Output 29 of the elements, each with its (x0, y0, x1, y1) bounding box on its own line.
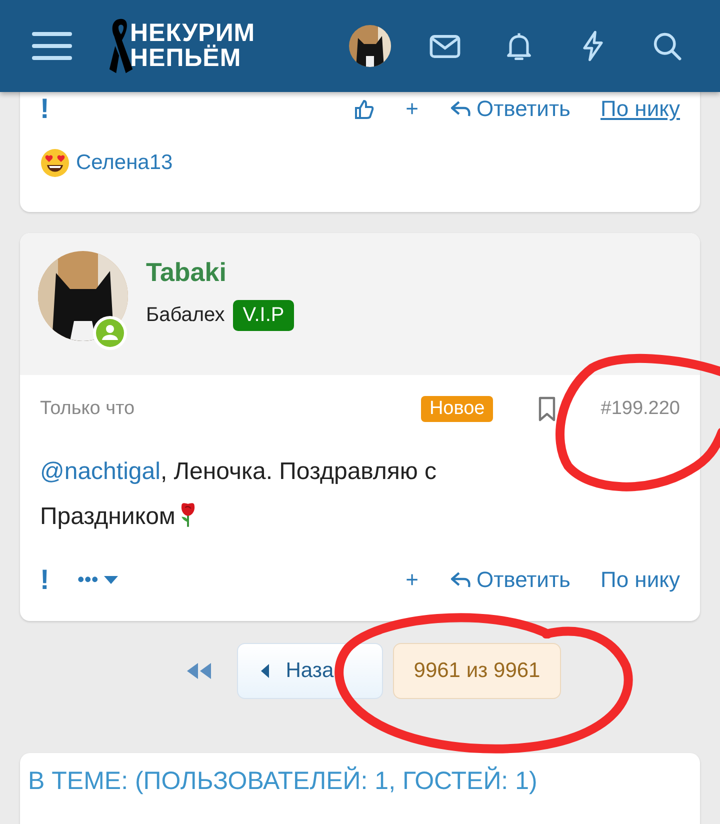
username-link[interactable]: Tabaki (146, 257, 294, 288)
reply-button[interactable]: Ответить (448, 567, 571, 593)
post-message: @nachtigal, Леночка. Поздравляю с Праздником (40, 457, 438, 532)
vip-badge: V.I.P (232, 300, 294, 331)
reply-button[interactable]: Ответить (448, 96, 571, 122)
bookmark-icon[interactable] (536, 396, 557, 422)
previous-page-button[interactable]: Наза (236, 643, 383, 699)
caret-icon (260, 664, 270, 678)
add-button[interactable]: + (406, 96, 418, 122)
caret-icon (104, 575, 118, 585)
report-button[interactable]: ! (40, 93, 50, 125)
new-badge: Новое (421, 396, 493, 422)
post-number-link[interactable]: #199.220 (600, 398, 680, 420)
menu-icon[interactable] (32, 30, 72, 62)
logo-text: НЕКУРИМ (130, 21, 256, 46)
mention-link[interactable]: @nachtigal (40, 458, 160, 485)
logo-text: НЕПЬЁМ (130, 46, 242, 71)
add-button[interactable]: + (406, 567, 418, 593)
section-title: В ТЕМЕ: (ПОЛЬЗОВАТЕЛЕЙ: 1, ГОСТЕЙ: 1) (28, 767, 538, 795)
user-title: Бабалех (146, 304, 225, 327)
quote-by-nick-link[interactable]: По нику (600, 96, 680, 122)
heart-eyes-emoji-icon (40, 148, 70, 178)
current-page-indicator: 9961 из 9961 (392, 643, 562, 699)
user-link[interactable]: Селена13 (76, 151, 173, 175)
more-button[interactable]: ••• (77, 568, 118, 592)
first-page-icon[interactable] (184, 661, 213, 681)
post-time: Только что (40, 398, 135, 420)
report-button[interactable]: ! (40, 564, 50, 596)
quote-by-nick-link[interactable]: По нику (600, 567, 680, 593)
